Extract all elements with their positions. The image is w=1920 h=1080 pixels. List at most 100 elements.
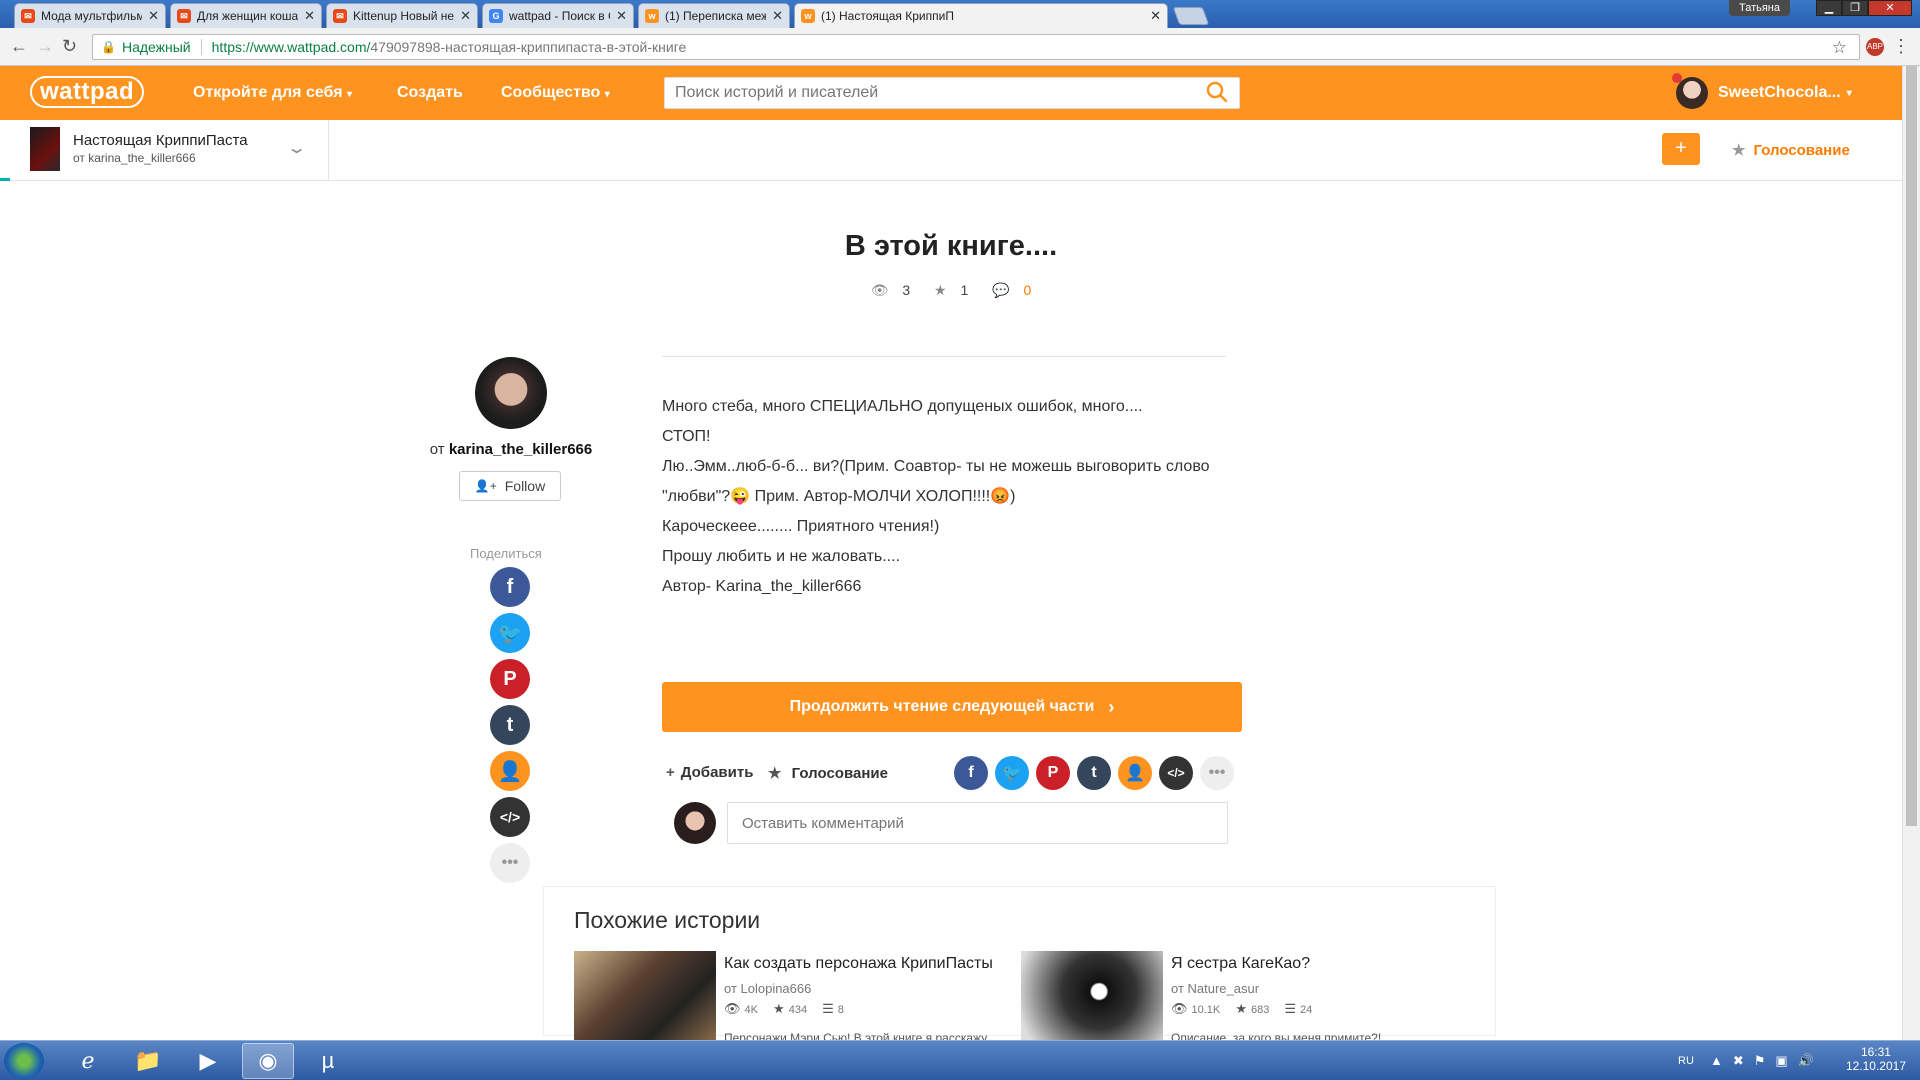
similar-story-title[interactable]: Я сестра КагеКао? (1171, 955, 1310, 973)
search-icon[interactable] (1206, 81, 1228, 103)
similar-story-author[interactable]: от Lolopina666 (724, 981, 811, 996)
wattpad-logo[interactable]: wattpad (30, 76, 145, 108)
author-name-link[interactable]: karina_the_killer666 (449, 441, 592, 458)
similar-story-title[interactable]: Как создать персонажа КрипиПасты (724, 955, 993, 973)
more-options-icon[interactable]: ••• (490, 843, 530, 883)
similar-stories-panel: Похожие истории Как создать персонажа Кр… (543, 886, 1496, 1045)
story-cover-thumbnail[interactable] (30, 127, 60, 171)
add-button[interactable]: + Добавить (666, 764, 753, 781)
twitter-icon[interactable]: 🐦 (995, 756, 1029, 790)
reads-count: 3 (902, 282, 911, 298)
add-user-icon: 👤+ (474, 479, 497, 493)
twitter-icon[interactable]: 🐦 (490, 613, 530, 653)
facebook-icon[interactable]: f (490, 567, 530, 607)
extension-icon[interactable]: ABP (1866, 38, 1884, 56)
more-options-icon[interactable]: ••• (1200, 756, 1234, 790)
pinterest-icon[interactable]: P (1036, 756, 1070, 790)
forward-arrow-icon[interactable]: → (36, 36, 54, 57)
media-player-icon[interactable]: ▶ (182, 1043, 234, 1079)
scrollbar-thumb[interactable] (1906, 66, 1917, 826)
continue-reading-button[interactable]: Продолжить чтение следующей части › (662, 682, 1242, 732)
close-tab-icon[interactable]: ✕ (460, 8, 471, 24)
start-button[interactable] (4, 1043, 44, 1079)
eye-icon: 👁 (870, 282, 889, 298)
nav-discover[interactable]: Откройте для себя ▾ (193, 84, 352, 102)
embed-code-icon[interactable]: </> (1159, 756, 1193, 790)
system-tray-icons[interactable]: ▲✖⚑▣🔊 (1710, 1053, 1824, 1069)
list-icon: ☰ (1284, 1001, 1297, 1016)
browser-tab[interactable]: G wattpad - Поиск в Google ✕ (482, 3, 634, 28)
browser-tab[interactable]: w (1) Переписка между ва ✕ (638, 3, 790, 28)
similar-story-author[interactable]: от Nature_asur (1171, 981, 1259, 996)
parts-count: 8 (837, 1004, 844, 1016)
reload-icon[interactable]: ↻ (62, 36, 77, 57)
bookmark-star-icon[interactable]: ☆ (1832, 38, 1847, 58)
author-avatar[interactable] (475, 357, 547, 429)
back-arrow-icon[interactable]: ← (10, 36, 28, 57)
keyboard-language[interactable]: RU (1678, 1055, 1694, 1067)
commenter-avatar (674, 802, 716, 844)
user-menu[interactable]: SweetChocola... ▾ (1672, 73, 1852, 109)
votes-count: 434 (788, 1004, 808, 1016)
browser-tab[interactable]: ✉ Мода мультфильм печат ✕ (14, 3, 166, 28)
share-user-icon[interactable]: 👤 (490, 751, 530, 791)
comment-input[interactable] (727, 802, 1228, 844)
story-cover-image[interactable] (574, 951, 716, 1041)
share-label: Поделиться (470, 546, 542, 561)
eye-icon: 👁 (1171, 1001, 1188, 1016)
url-field[interactable]: 🔒 Надежный https://www.wattpad.com/47909… (92, 34, 1860, 60)
story-paragraph: Кароческеее........ Приятного чтения!) (662, 518, 940, 535)
tumblr-icon[interactable]: t (490, 705, 530, 745)
close-window-icon[interactable]: ✕ (1868, 0, 1912, 16)
explorer-folder-icon[interactable]: 📁 (122, 1043, 174, 1079)
story-paragraph: Автор- Karina_the_killer666 (662, 578, 862, 595)
vote-action-button[interactable]: ★ Голосование (768, 764, 888, 782)
embed-code-icon[interactable]: </> (490, 797, 530, 837)
vote-button[interactable]: ★ Голосование (1732, 141, 1850, 159)
maximize-icon[interactable]: ❐ (1842, 0, 1868, 16)
utorrent-icon[interactable]: µ (302, 1043, 354, 1079)
story-paragraph: СТОП! (662, 428, 711, 445)
username: SweetChocola... (1718, 84, 1841, 101)
browser-tab[interactable]: ✉ Kittenup Новый нескольк ✕ (326, 3, 478, 28)
add-to-library-button[interactable]: + (1662, 133, 1700, 165)
chevron-down-icon[interactable]: ⌄ (286, 138, 307, 158)
story-author[interactable]: от karina_the_killer666 (73, 151, 196, 165)
minimize-icon[interactable]: ▁ (1816, 0, 1842, 16)
ie-icon[interactable]: ℯ (62, 1043, 114, 1079)
browser-tab[interactable]: ✉ Для женщин кошачьи уш ✕ (170, 3, 322, 28)
star-icon: ★ (1732, 142, 1746, 159)
nav-community[interactable]: Сообщество ▾ (501, 84, 610, 102)
browser-tab-strip: ✉ Мода мультфильм печат ✕ ✉ Для женщин к… (0, 0, 1920, 28)
plus-icon: + (666, 764, 675, 781)
comments-count[interactable]: 0 (1024, 282, 1032, 298)
tab-title: wattpad - Поиск в Google (509, 9, 610, 23)
wattpad-favicon-icon: w (645, 9, 659, 23)
story-title[interactable]: Настоящая КриппиПаста (73, 132, 248, 149)
nav-community-label: Сообщество (501, 84, 601, 101)
star-icon: ★ (773, 1001, 785, 1016)
facebook-icon[interactable]: f (954, 756, 988, 790)
close-tab-icon[interactable]: ✕ (616, 8, 627, 24)
clock[interactable]: 16:31 12.10.2017 (1846, 1045, 1906, 1073)
close-tab-icon[interactable]: ✕ (148, 8, 159, 24)
search-input[interactable] (664, 77, 1240, 109)
close-tab-icon[interactable]: ✕ (304, 8, 315, 24)
pinterest-icon[interactable]: P (490, 659, 530, 699)
clock-date: 12.10.2017 (1845, 1059, 1906, 1073)
new-tab-button[interactable] (1172, 7, 1210, 25)
nav-create[interactable]: Создать (397, 84, 463, 102)
comment-icon: 💬 (992, 282, 1010, 298)
story-cover-image[interactable] (1021, 951, 1163, 1041)
browser-menu-icon[interactable]: ⋮ (1892, 36, 1910, 57)
vote-label: Голосование (1753, 142, 1850, 159)
close-tab-icon[interactable]: ✕ (772, 8, 783, 24)
follow-button[interactable]: 👤+ Follow (459, 471, 561, 501)
share-user-icon[interactable]: 👤 (1118, 756, 1152, 790)
story-toolbar: Настоящая КриппиПаста от karina_the_kill… (0, 120, 1902, 181)
close-tab-icon[interactable]: ✕ (1150, 8, 1161, 24)
browser-tab-active[interactable]: w (1) Настоящая КриппиП ✕ (794, 3, 1168, 28)
page-scrollbar[interactable] (1902, 66, 1920, 1040)
tumblr-icon[interactable]: t (1077, 756, 1111, 790)
chrome-icon[interactable]: ◉ (242, 1043, 294, 1079)
